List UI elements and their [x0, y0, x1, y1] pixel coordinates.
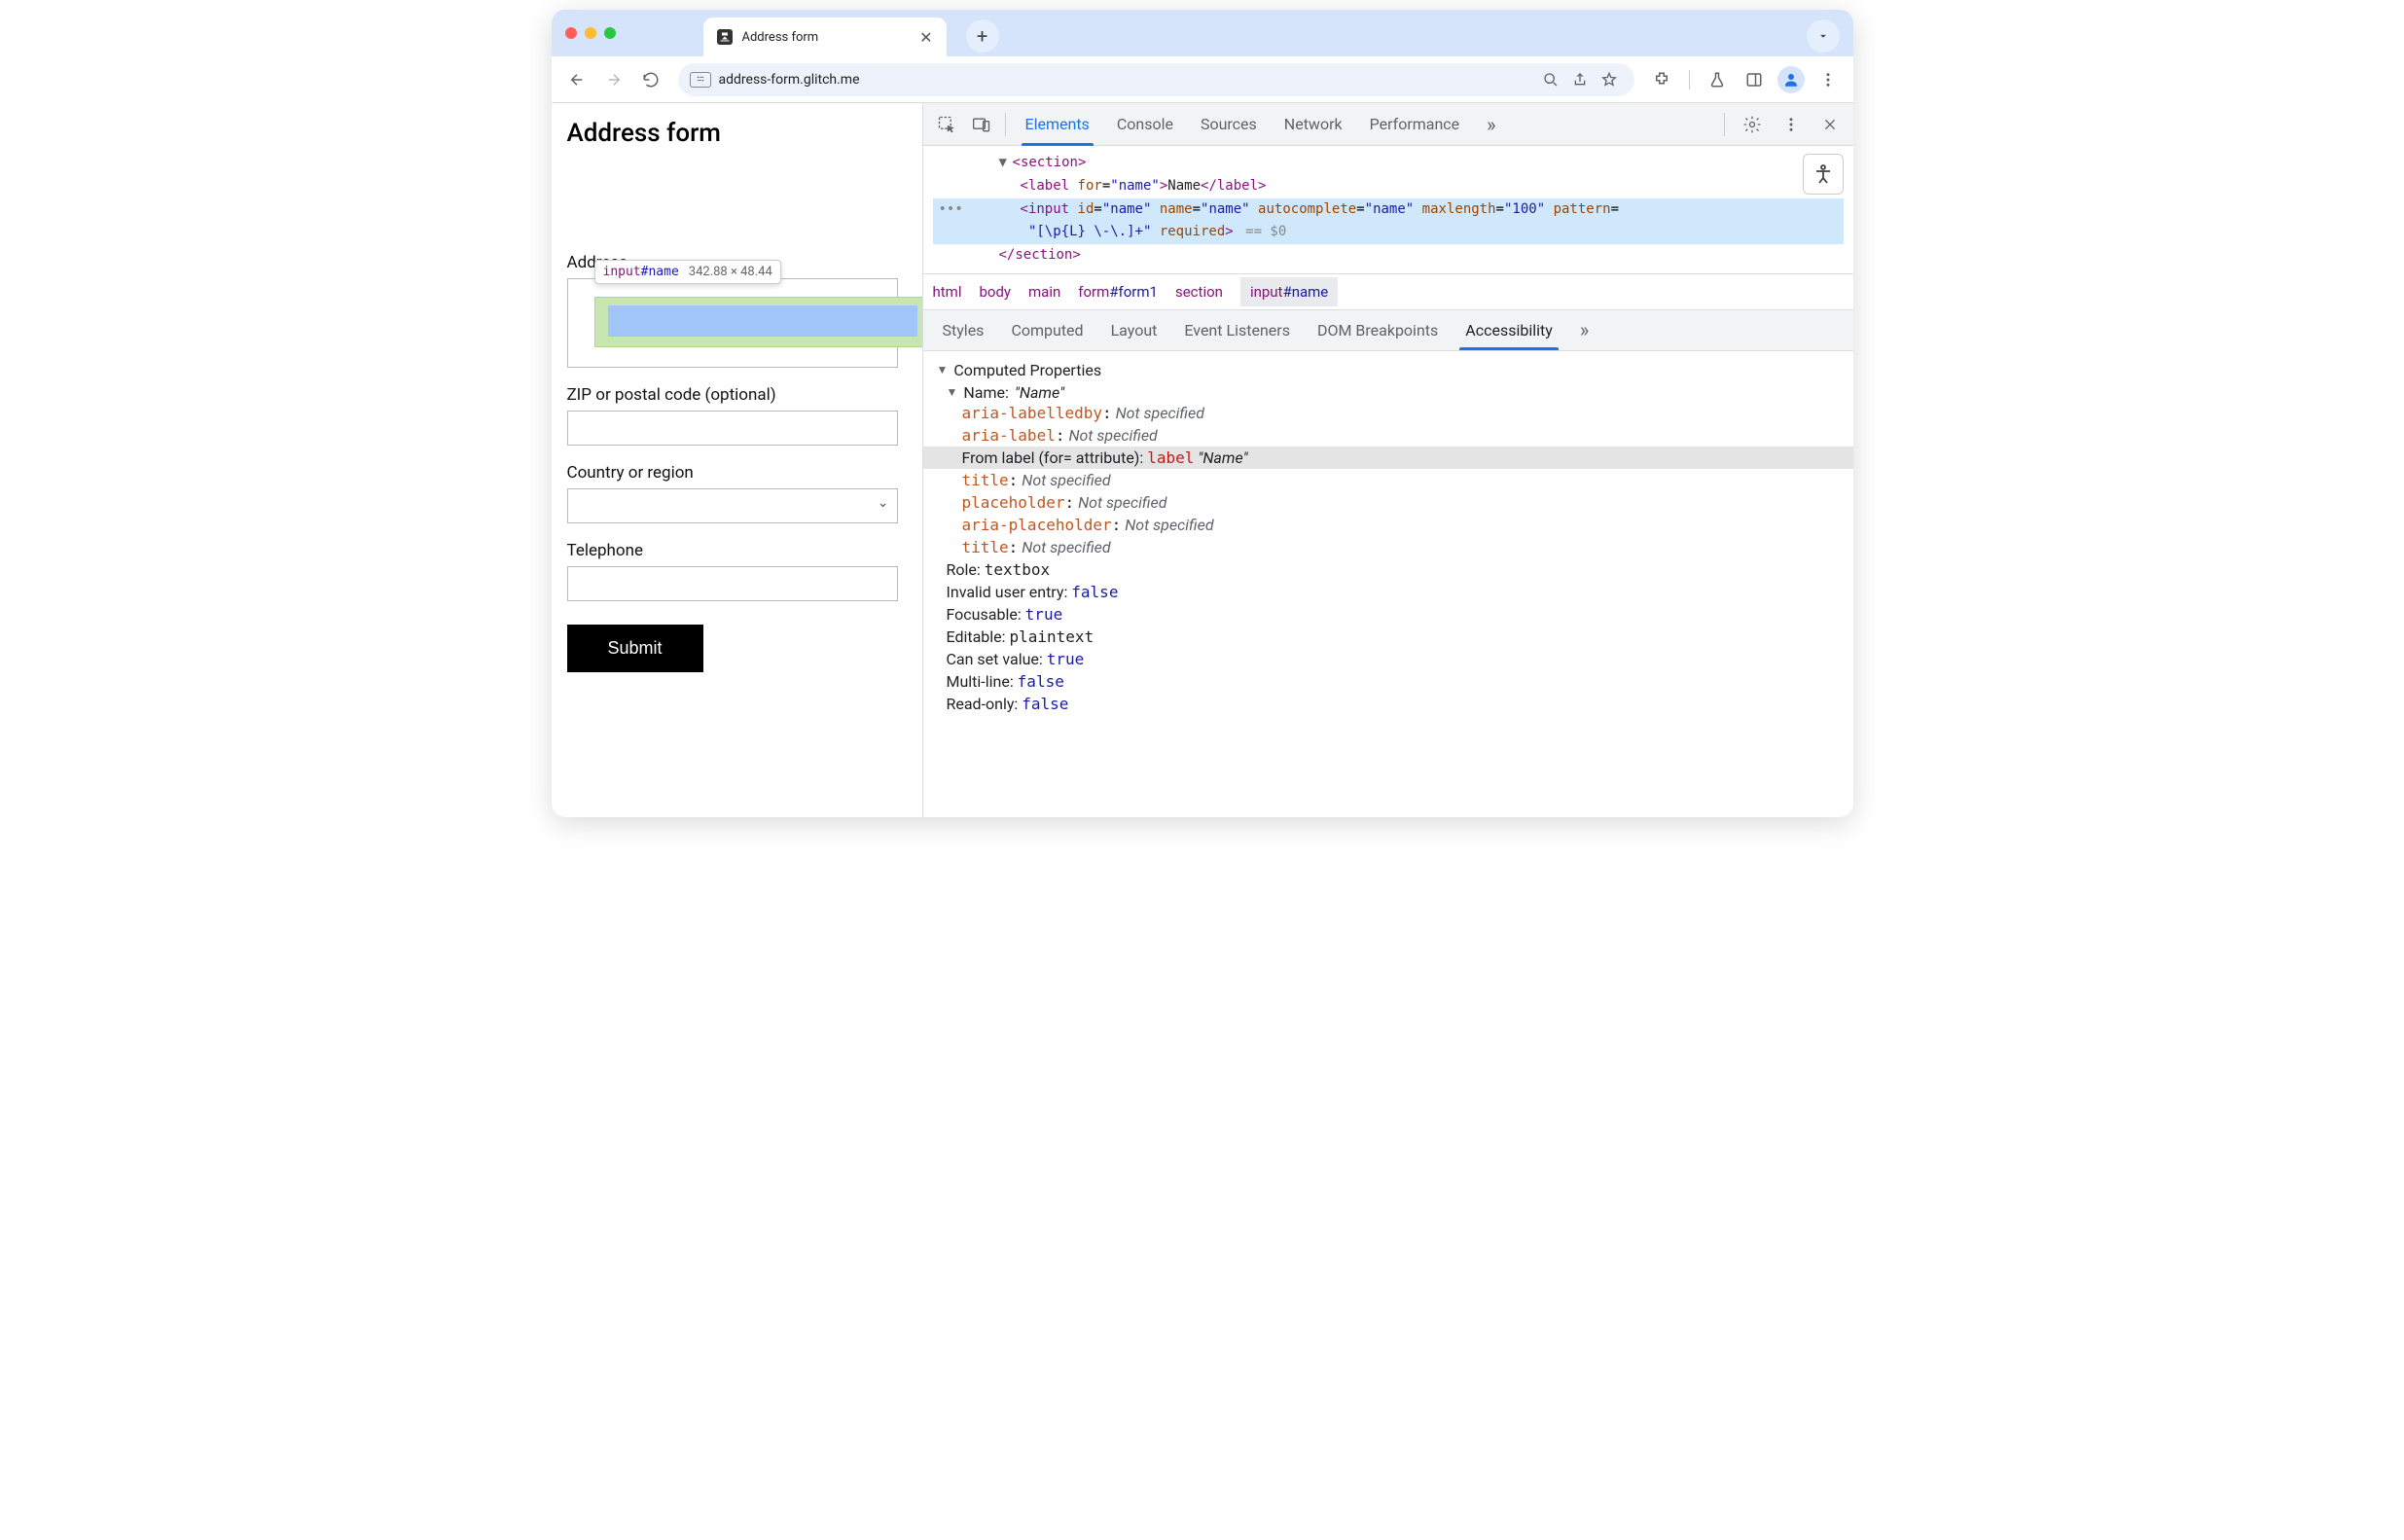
- breadcrumb-item[interactable]: html: [933, 283, 962, 301]
- a11y-prop-row: aria-labelledby: Not specified: [923, 402, 1853, 424]
- new-tab-button[interactable]: +: [966, 19, 999, 53]
- close-window-button[interactable]: [565, 27, 577, 39]
- dom-selected-node[interactable]: <input id="name" name="name" autocomplet…: [933, 198, 1844, 245]
- sidepanel-icon[interactable]: [1740, 66, 1768, 93]
- devtools-tab-network[interactable]: Network: [1271, 103, 1356, 146]
- labs-icon[interactable]: [1704, 66, 1731, 93]
- country-select[interactable]: [567, 488, 898, 523]
- a11y-prop-row: aria-placeholder: Not specified: [923, 514, 1853, 536]
- label-zip: ZIP or postal code (optional): [567, 385, 907, 405]
- telephone-input[interactable]: [567, 566, 898, 601]
- a11y-prop-row: placeholder: Not specified: [923, 491, 1853, 514]
- inspect-highlight-content: [608, 305, 917, 337]
- label-country: Country or region: [567, 463, 907, 483]
- subtab-dom-breakpoints[interactable]: DOM Breakpoints: [1304, 309, 1452, 350]
- breadcrumb-item[interactable]: main: [1028, 283, 1060, 301]
- accessibility-panel: ▼ Computed Properties ▼ Name: "Name" ari…: [923, 351, 1853, 721]
- breadcrumb-item[interactable]: input#name: [1240, 277, 1338, 306]
- subtab-more[interactable]: »: [1566, 309, 1602, 350]
- a11y-name-row[interactable]: ▼ Name: "Name": [923, 383, 1853, 402]
- computed-properties-header[interactable]: ▼ Computed Properties: [923, 357, 1853, 383]
- breadcrumb-item[interactable]: section: [1175, 283, 1223, 301]
- a11y-prop-row: title: Not specified: [923, 536, 1853, 558]
- browser-tab[interactable]: Address form ✕: [703, 18, 947, 56]
- zip-input[interactable]: [567, 411, 898, 446]
- elements-subtabs: StylesComputedLayoutEvent ListenersDOM B…: [923, 310, 1853, 351]
- subtab-styles[interactable]: Styles: [929, 309, 998, 350]
- devtools-panel: ElementsConsoleSourcesNetworkPerformance…: [923, 103, 1853, 817]
- extensions-icon[interactable]: [1648, 66, 1675, 93]
- a11y-computed-row: Invalid user entry: false: [923, 581, 1853, 603]
- forward-button[interactable]: [600, 66, 628, 93]
- favicon-icon: [717, 29, 733, 45]
- breadcrumb-item[interactable]: body: [979, 283, 1011, 301]
- a11y-computed-row: Multi-line: false: [923, 670, 1853, 693]
- devtools-tab-performance[interactable]: Performance: [1356, 103, 1474, 146]
- dom-tree[interactable]: ▼<section> <label for="name">Name</label…: [923, 146, 1853, 273]
- devtools-settings-icon[interactable]: [1735, 107, 1770, 142]
- devtools-tab-bar: ElementsConsoleSourcesNetworkPerformance…: [923, 103, 1853, 146]
- a11y-prop-row: title: Not specified: [923, 469, 1853, 491]
- a11y-computed-row: Role: textbox: [923, 558, 1853, 581]
- site-settings-icon[interactable]: [690, 72, 711, 88]
- dom-breadcrumb: html body main form#form1 section input#name: [923, 273, 1853, 310]
- url-text: address-form.glitch.me: [719, 72, 860, 88]
- a11y-computed-row: Can set value: true: [923, 648, 1853, 670]
- breadcrumb-item[interactable]: form#form1: [1078, 283, 1158, 301]
- tab-title: Address form: [742, 30, 911, 45]
- reload-button[interactable]: [637, 66, 664, 93]
- tab-search-button[interactable]: [1807, 19, 1840, 53]
- a11y-prop-row: aria-label: Not specified: [923, 424, 1853, 447]
- devtools-tab-elements[interactable]: Elements: [1012, 103, 1103, 146]
- dom-row-actions-icon[interactable]: •••: [939, 198, 963, 222]
- zoom-icon[interactable]: [1537, 66, 1564, 93]
- chrome-menu-icon[interactable]: [1814, 66, 1842, 93]
- devtools-tab-sources[interactable]: Sources: [1187, 103, 1271, 146]
- title-bar: Address form ✕ +: [552, 10, 1853, 56]
- inspect-element-icon[interactable]: [929, 107, 964, 142]
- label-telephone: Telephone: [567, 541, 907, 560]
- element-inspect-tooltip: input#name 342.88 × 48.44: [594, 260, 781, 284]
- subtab-event-listeners[interactable]: Event Listeners: [1170, 309, 1304, 350]
- toolbar-divider: [1689, 70, 1690, 90]
- device-toolbar-icon[interactable]: [964, 107, 999, 142]
- back-button[interactable]: [563, 66, 591, 93]
- window-controls: [565, 27, 616, 39]
- devtools-divider: [1005, 113, 1006, 136]
- tab-close-icon[interactable]: ✕: [919, 28, 932, 47]
- subtab-layout[interactable]: Layout: [1097, 309, 1171, 350]
- content-area: Address form input#name 342.88 × 48.44 A…: [552, 103, 1853, 817]
- devtools-tab-console[interactable]: Console: [1103, 103, 1187, 146]
- minimize-window-button[interactable]: [585, 27, 596, 39]
- devtools-menu-icon[interactable]: [1774, 107, 1809, 142]
- submit-button[interactable]: Submit: [567, 625, 703, 672]
- browser-window: Address form ✕ + address-form.glitch.me: [552, 10, 1853, 817]
- share-icon[interactable]: [1566, 66, 1594, 93]
- browser-toolbar: address-form.glitch.me: [552, 56, 1853, 103]
- subtab-computed[interactable]: Computed: [997, 309, 1096, 350]
- devtools-close-icon[interactable]: [1812, 107, 1848, 142]
- devtools-more-tabs[interactable]: »: [1473, 103, 1509, 146]
- address-bar[interactable]: address-form.glitch.me: [678, 63, 1634, 96]
- profile-icon[interactable]: [1777, 66, 1805, 93]
- a11y-computed-row: Editable: plaintext: [923, 626, 1853, 648]
- subtab-accessibility[interactable]: Accessibility: [1452, 309, 1566, 350]
- rendered-page: Address form input#name 342.88 × 48.44 A…: [552, 103, 923, 817]
- a11y-computed-row: Read-only: false: [923, 693, 1853, 715]
- a11y-from-label-row[interactable]: From label (for= attribute): label "Name…: [923, 447, 1853, 469]
- a11y-computed-row: Focusable: true: [923, 603, 1853, 626]
- maximize-window-button[interactable]: [604, 27, 616, 39]
- bookmark-star-icon[interactable]: [1596, 66, 1623, 93]
- page-heading: Address form: [567, 119, 907, 148]
- accessibility-button[interactable]: [1803, 154, 1844, 195]
